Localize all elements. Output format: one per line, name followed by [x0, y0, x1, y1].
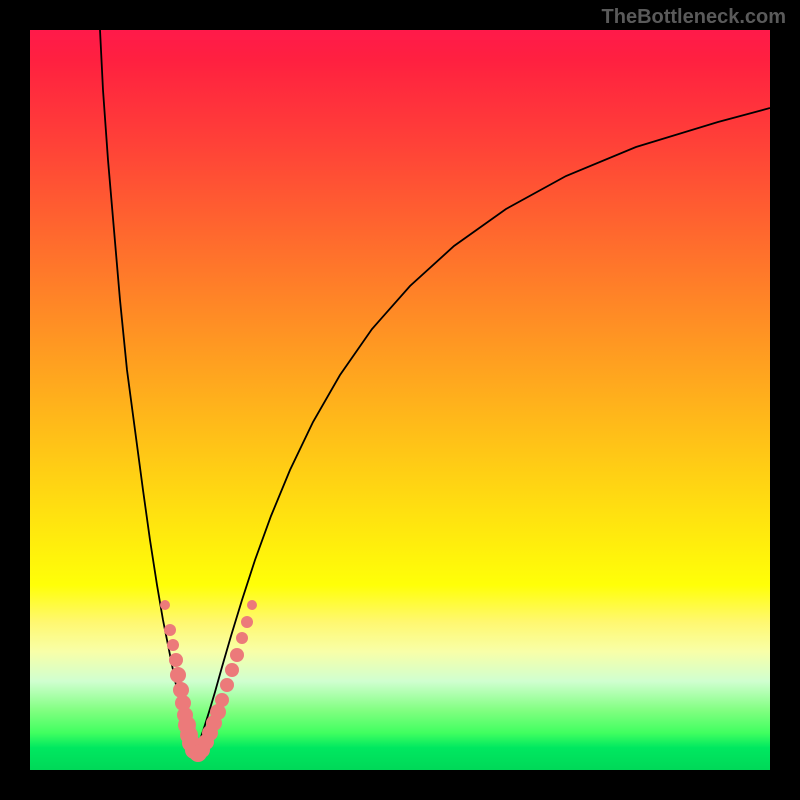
- scatter-point: [236, 632, 248, 644]
- scatter-point: [215, 693, 229, 707]
- scatter-point: [169, 653, 183, 667]
- chart-svg: [30, 30, 770, 770]
- scatter-point: [220, 678, 234, 692]
- left-curve-path: [100, 30, 195, 753]
- scatter-point: [164, 624, 176, 636]
- scatter-point: [167, 639, 179, 651]
- scatter-point: [247, 600, 257, 610]
- scatter-point: [170, 667, 186, 683]
- scatter-points: [160, 600, 257, 762]
- right-curve-path: [195, 108, 770, 753]
- scatter-point: [160, 600, 170, 610]
- scatter-point: [241, 616, 253, 628]
- scatter-point: [225, 663, 239, 677]
- watermark-text: TheBottleneck.com: [602, 6, 786, 29]
- plot-area: [30, 30, 770, 770]
- scatter-point: [230, 648, 244, 662]
